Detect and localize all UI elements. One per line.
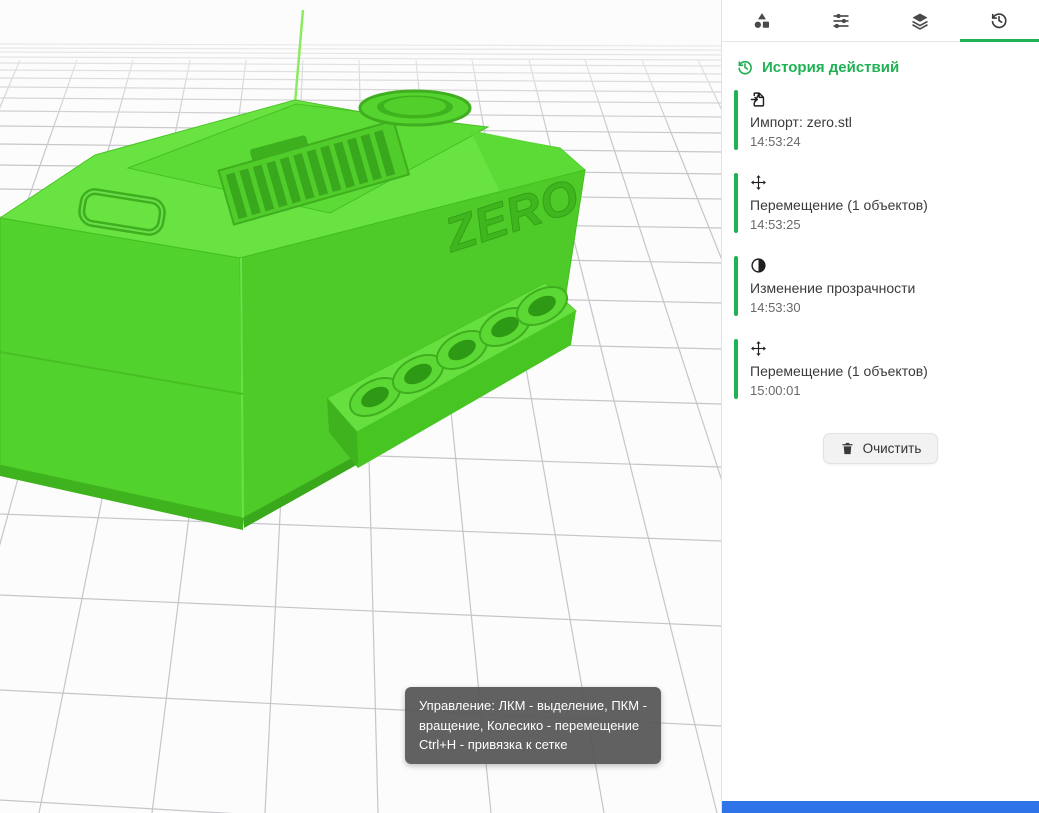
tab-history[interactable] — [960, 0, 1039, 42]
history-item-time: 14:53:30 — [750, 300, 1023, 315]
model-port — [360, 91, 470, 125]
tooltip-line: вращение, Колесико - перемещение — [419, 716, 647, 736]
history-item-title: Перемещение (1 объектов) — [750, 363, 1023, 379]
panel-header: История действий — [736, 58, 1039, 76]
model-antenna — [295, 10, 303, 103]
history-item[interactable]: Изменение прозрачности 14:53:30 — [734, 256, 1023, 316]
history-item-title: Импорт: zero.stl — [750, 114, 1023, 130]
layers-icon — [910, 11, 930, 31]
move-icon — [750, 340, 1023, 357]
history-item-time: 14:53:25 — [750, 217, 1023, 232]
shapes-icon — [752, 11, 772, 31]
tab-settings[interactable] — [801, 0, 880, 42]
sidebar-panel: История действий Импорт: zero.stl 14:53:… — [721, 0, 1039, 813]
history-list: Импорт: zero.stl 14:53:24 Перемещение (1… — [722, 90, 1039, 399]
history-item[interactable]: Перемещение (1 объектов) 14:53:25 — [734, 173, 1023, 233]
tab-objects[interactable] — [722, 0, 801, 42]
history-item[interactable]: Импорт: zero.stl 14:53:24 — [734, 90, 1023, 150]
transparency-icon — [750, 257, 1023, 274]
trash-icon — [840, 441, 855, 456]
controls-tooltip: Управление: ЛКМ - выделение, ПКМ - враще… — [405, 687, 661, 764]
clear-button-label: Очистить — [863, 441, 922, 456]
history-icon — [989, 10, 1009, 30]
clear-history-button[interactable]: Очистить — [823, 433, 939, 464]
app-window: ZERO Управление: ЛКМ - выделение, ПКМ - … — [0, 0, 1039, 813]
history-item-time: 14:53:24 — [750, 134, 1023, 149]
move-icon — [750, 174, 1023, 191]
tab-layers[interactable] — [881, 0, 960, 42]
sliders-icon — [831, 11, 851, 31]
tooltip-line: Ctrl+H - привязка к сетке — [419, 735, 647, 755]
import-icon — [750, 91, 1023, 108]
tooltip-line: Управление: ЛКМ - выделение, ПКМ - — [419, 696, 647, 716]
panel-title: История действий — [762, 59, 899, 76]
3d-viewport[interactable]: ZERO Управление: ЛКМ - выделение, ПКМ - … — [0, 0, 721, 813]
history-item-title: Изменение прозрачности — [750, 280, 1023, 296]
history-item[interactable]: Перемещение (1 объектов) 15:00:01 — [734, 339, 1023, 399]
bottom-bar[interactable] — [722, 801, 1039, 813]
sidebar-tabbar — [722, 0, 1039, 42]
history-icon — [736, 58, 754, 76]
history-item-title: Перемещение (1 объектов) — [750, 197, 1023, 213]
history-item-time: 15:00:01 — [750, 383, 1023, 398]
